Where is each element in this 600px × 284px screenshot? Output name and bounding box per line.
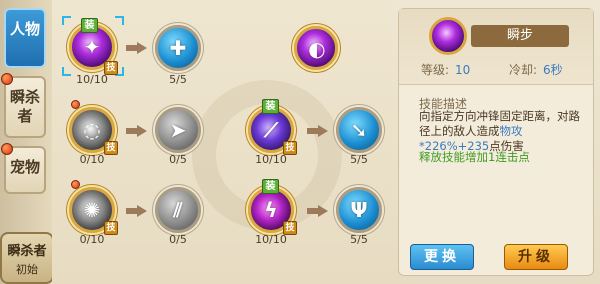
skill-name: 瞬步 bbox=[471, 25, 569, 47]
equipped-badge: 装 bbox=[262, 179, 279, 194]
skill-node-dash-upgrade[interactable]: ✚ bbox=[155, 25, 201, 71]
equipped-badge: 装 bbox=[81, 18, 98, 33]
change-button[interactable]: 更换 bbox=[410, 244, 474, 270]
arrow-minus-icon: ➘ bbox=[350, 118, 368, 142]
skill-screen: 人物 瞬杀者 宠物 瞬杀者 初始 ✦ 装 技 10/10 ✚ 5/5 ◐ ◌ 技… bbox=[0, 0, 600, 284]
arrow-icon bbox=[307, 125, 329, 137]
skill-level-count: 0/5 bbox=[169, 233, 187, 246]
skill-level-count: 0/5 bbox=[169, 153, 187, 166]
tab-pet[interactable]: 宠物 bbox=[1, 143, 46, 194]
character-badge[interactable]: 瞬杀者 初始 bbox=[0, 232, 54, 284]
skill-level-count: 10/10 bbox=[76, 73, 108, 86]
skill-level-count: 0/10 bbox=[79, 153, 105, 166]
cursor-plus-icon: ➤ bbox=[169, 118, 187, 142]
skill-detail-header: 瞬步 等级: 10 冷却: 6秒 bbox=[399, 9, 593, 85]
tab-assassin[interactable]: 瞬杀者 bbox=[1, 73, 46, 138]
skill-level-count: 10/10 bbox=[255, 153, 287, 166]
skill-node-strike[interactable]: ➤ bbox=[155, 107, 201, 153]
skill-node-ultimate[interactable]: ◐ bbox=[294, 26, 338, 70]
skill-node-storm-upgrade[interactable]: Ψ bbox=[336, 187, 382, 233]
blades-icon: ⫽ bbox=[173, 198, 183, 222]
trident-icon: Ψ bbox=[350, 198, 368, 222]
dash-icon bbox=[429, 17, 467, 55]
notification-dot bbox=[1, 143, 13, 155]
tab-character[interactable]: 人物 bbox=[4, 8, 46, 68]
upgrade-button[interactable]: 升级 bbox=[504, 244, 568, 270]
notification-dot bbox=[1, 73, 13, 85]
side-tabs: 人物 瞬杀者 宠物 瞬杀者 初始 bbox=[0, 0, 54, 284]
arrow-icon bbox=[126, 42, 148, 54]
vortex-icon: ◐ bbox=[308, 37, 326, 61]
skill-detail-panel: 瞬步 等级: 10 冷却: 6秒 技能描述 向指定方向冲锋固定距离，对路径上的敌人造… bbox=[398, 8, 594, 276]
skill-extra-effect: 释放技能增加1连击点 bbox=[419, 150, 530, 164]
arrow-icon bbox=[126, 205, 148, 217]
dash-plus-icon: ✚ bbox=[169, 36, 187, 60]
skill-cooldown: 冷却: 6秒 bbox=[509, 63, 563, 77]
skill-level-count: 0/10 bbox=[79, 233, 105, 246]
equipped-badge: 装 bbox=[262, 99, 279, 114]
skill-level-count: 5/5 bbox=[350, 153, 368, 166]
skill-node-slash-upgrade[interactable]: ➘ bbox=[336, 107, 382, 153]
skill-level-count: 5/5 bbox=[350, 233, 368, 246]
notification-dot bbox=[71, 100, 80, 109]
skill-level-count: 5/5 bbox=[169, 73, 187, 86]
arrow-icon bbox=[307, 205, 329, 217]
skill-description: 向指定方向冲锋固定距离，对路径上的敌人造成物攻*226%+235点伤害 bbox=[419, 109, 580, 153]
notification-dot bbox=[71, 180, 80, 189]
skill-level-count: 10/10 bbox=[255, 233, 287, 246]
skill-node-blades[interactable]: ⫽ bbox=[155, 187, 201, 233]
arrow-icon bbox=[126, 125, 148, 137]
skill-level: 等级: 10 bbox=[421, 63, 471, 77]
